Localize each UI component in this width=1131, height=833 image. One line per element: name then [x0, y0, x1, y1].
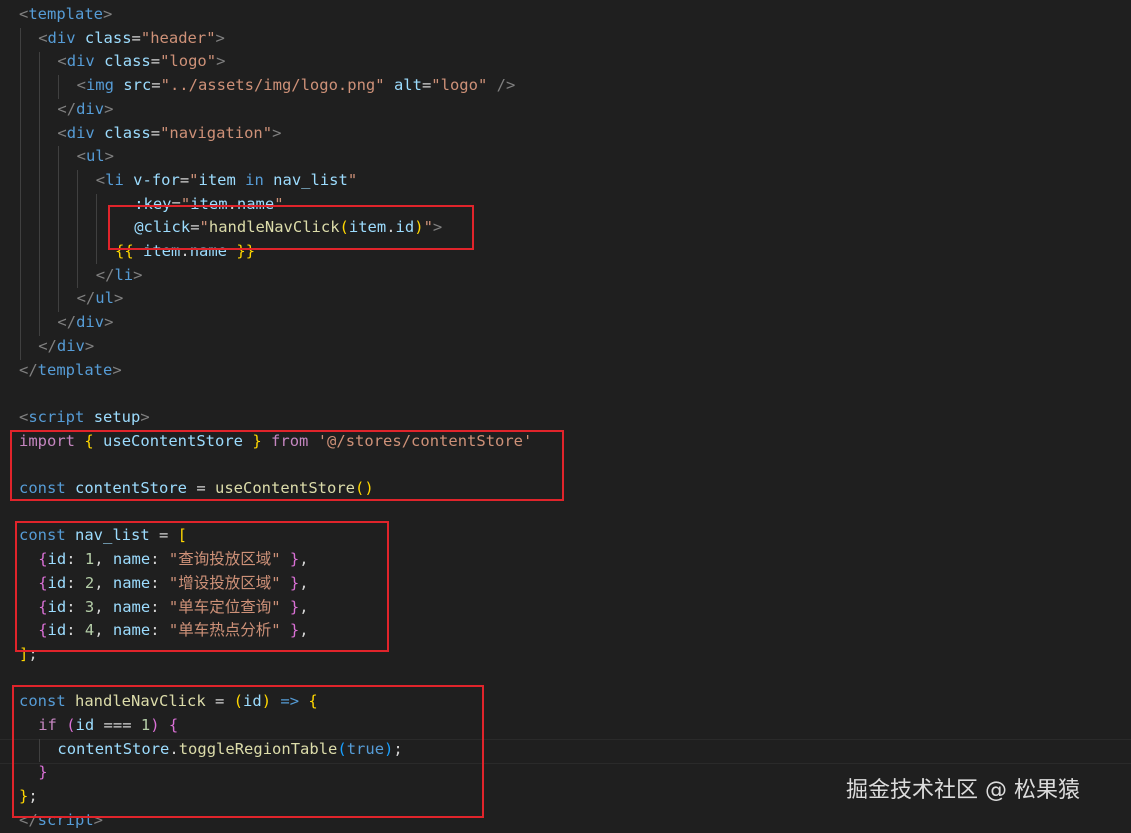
- code-token: class: [104, 123, 151, 142]
- code-token: li: [114, 265, 134, 284]
- watermark: 掘金技术社区 @ 松果猿: [846, 778, 1080, 803]
- code-token: >: [113, 289, 124, 308]
- code-token: div: [76, 313, 105, 332]
- code-token: >: [140, 407, 150, 426]
- indent-guide: [96, 194, 97, 264]
- annotation-box-handle-nav-click: [12, 685, 484, 818]
- code-token: src: [123, 76, 152, 95]
- indent-guide: [77, 170, 78, 288]
- code-token: template: [28, 5, 103, 23]
- code-token: <: [57, 52, 67, 71]
- code-line[interactable]: <script setup>: [0, 406, 1131, 430]
- code-token: <: [57, 123, 67, 142]
- code-token: >: [133, 265, 143, 284]
- code-token: =: [131, 28, 141, 47]
- code-token: v-for: [133, 170, 180, 189]
- code-token: class: [104, 52, 151, 71]
- code-line[interactable]: <ul>: [0, 145, 1131, 169]
- code-token: setup: [93, 407, 141, 426]
- code-token: </: [76, 289, 96, 308]
- code-token: </: [57, 99, 77, 118]
- code-token: >: [215, 28, 225, 47]
- code-token: "logo": [160, 52, 217, 71]
- code-token: =: [150, 52, 161, 71]
- code-line[interactable]: <div class="navigation">: [0, 122, 1131, 146]
- code-token: =: [150, 123, 161, 142]
- code-token: "navigation": [160, 123, 273, 142]
- code-token: li: [105, 170, 124, 189]
- annotation-box-import-store: [10, 430, 564, 501]
- code-token: ul: [85, 147, 105, 166]
- code-token: "../assets/img/logo.png": [160, 76, 385, 95]
- code-line[interactable]: <li v-for="item in nav_list": [0, 169, 1131, 193]
- indent-guide: [20, 28, 21, 360]
- code-token: <: [19, 5, 29, 23]
- code-token: </: [57, 313, 77, 332]
- code-token: nav_list: [273, 170, 348, 189]
- code-token: div: [66, 52, 95, 71]
- code-token: =: [421, 76, 432, 95]
- code-token: ": [189, 170, 199, 189]
- code-token: "header": [140, 28, 216, 47]
- code-token: >: [216, 52, 226, 71]
- code-token: <: [76, 147, 86, 166]
- code-line[interactable]: <div class="header">: [0, 27, 1131, 51]
- code-token: </: [95, 265, 115, 284]
- code-token: =: [151, 76, 161, 95]
- code-token: >: [103, 5, 113, 23]
- code-token: <: [95, 170, 106, 189]
- code-token: >: [272, 123, 282, 142]
- code-token: script: [28, 407, 85, 426]
- indent-guide: [58, 75, 59, 99]
- code-line[interactable]: </li>: [0, 264, 1131, 288]
- code-token: class: [84, 28, 132, 47]
- code-line[interactable]: <template>: [0, 3, 1131, 27]
- code-token: div: [47, 28, 76, 47]
- code-token: "logo": [431, 76, 488, 95]
- code-line[interactable]: <div class="logo">: [0, 50, 1131, 74]
- code-token: </: [38, 336, 57, 355]
- code-line[interactable]: <img src="../assets/img/logo.png" alt="l…: [0, 74, 1131, 98]
- code-token: ul: [95, 289, 114, 308]
- code-token: >: [104, 313, 114, 332]
- code-token: div: [66, 123, 95, 142]
- code-token: template: [37, 360, 113, 379]
- code-line[interactable]: </div>: [0, 335, 1131, 359]
- code-token: =: [179, 170, 190, 189]
- code-token: div: [56, 336, 85, 355]
- annotation-box-nav-list: [15, 521, 389, 652]
- code-token: div: [76, 99, 105, 118]
- code-line[interactable]: </div>: [0, 311, 1131, 335]
- code-token: <: [19, 407, 29, 426]
- indent-guide: [58, 146, 59, 312]
- code-token: <: [76, 76, 86, 95]
- code-token: img: [85, 76, 114, 95]
- code-editor[interactable]: <template> <div class="header"> <div class…: [0, 0, 1131, 829]
- code-token: item: [198, 170, 236, 189]
- code-line[interactable]: </template>: [0, 359, 1131, 383]
- code-token: >: [112, 360, 122, 379]
- code-token: <: [38, 28, 48, 47]
- code-line[interactable]: </div>: [0, 98, 1131, 122]
- annotation-box-click-handler: [108, 205, 474, 250]
- code-token: ": [347, 170, 358, 189]
- code-token: />: [487, 76, 516, 95]
- code-token: alt: [393, 76, 422, 95]
- indent-guide: [39, 52, 40, 336]
- code-token: >: [104, 147, 114, 166]
- code-token: in: [235, 170, 274, 189]
- code-token: >: [84, 336, 95, 355]
- code-token: >: [104, 99, 114, 118]
- code-line[interactable]: [0, 382, 1131, 406]
- code-token: </: [19, 360, 38, 379]
- code-line[interactable]: </ul>: [0, 287, 1131, 311]
